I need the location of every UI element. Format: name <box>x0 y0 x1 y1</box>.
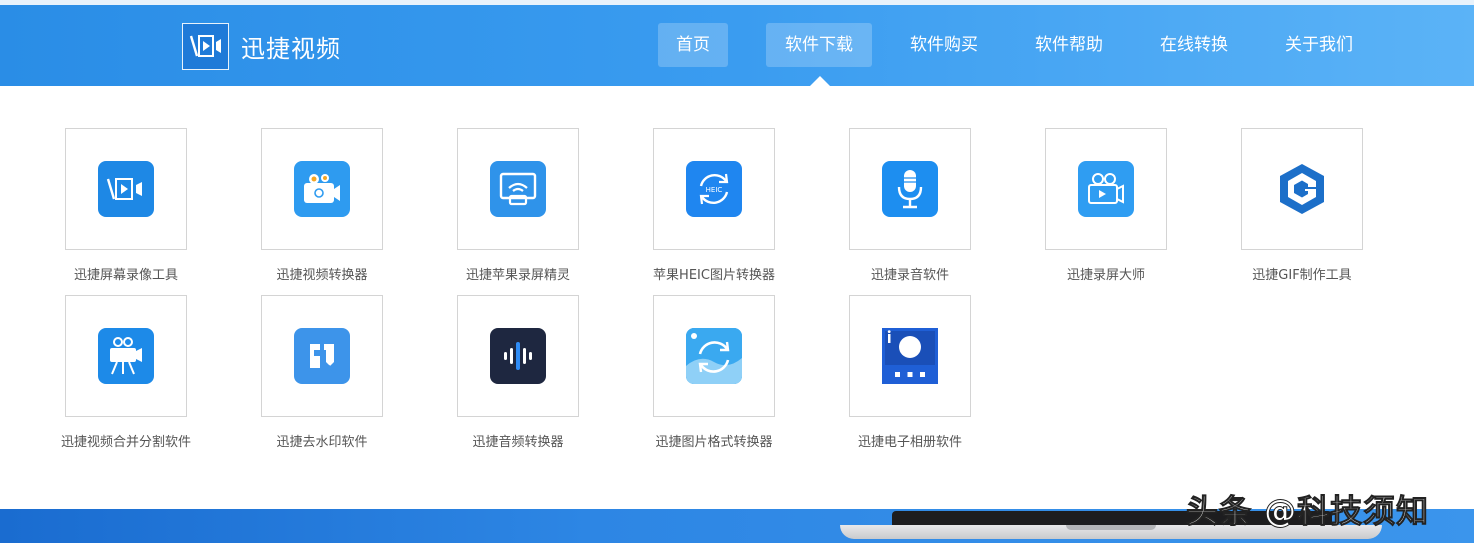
watermark-text: 头条 @科技须知 <box>1185 492 1430 531</box>
product-name[interactable]: 迅捷视频合并分割软件 <box>28 431 224 450</box>
product-name[interactable]: 迅捷图片格式转换器 <box>616 431 812 450</box>
product-name[interactable]: 迅捷苹果录屏精灵 <box>420 264 616 283</box>
product-name[interactable]: 迅捷去水印软件 <box>224 431 420 450</box>
nav-software-purchase[interactable]: 软件购买 <box>894 23 994 67</box>
screen-recorder-icon <box>98 161 154 217</box>
brand-name: 迅捷视频 <box>241 34 341 63</box>
nav-software-download[interactable]: 软件下载 <box>766 23 872 67</box>
product-name[interactable]: 迅捷屏幕录像工具 <box>28 264 224 283</box>
photo-album-icon <box>882 328 938 384</box>
top-header: 迅捷视频 首页 软件下载 软件购买 软件帮助 在线转换 关于我们 <box>0 0 1474 86</box>
product-card[interactable]: HEIC <box>653 128 775 250</box>
nav-software-help[interactable]: 软件帮助 <box>1019 23 1119 67</box>
svg-text:HEIC: HEIC <box>706 186 723 194</box>
nav-online-convert[interactable]: 在线转换 <box>1144 23 1244 67</box>
image-converter-icon <box>686 328 742 384</box>
product-card[interactable] <box>65 128 187 250</box>
product-card[interactable] <box>653 295 775 417</box>
audio-converter-icon <box>490 328 546 384</box>
camera-recorder-icon <box>1078 161 1134 217</box>
brand-logo-icon <box>182 22 229 70</box>
product-card[interactable] <box>261 128 383 250</box>
brand-logo[interactable]: 迅捷视频 <box>182 22 341 70</box>
active-nav-pointer <box>810 76 830 86</box>
product-name[interactable]: 苹果HEIC图片转换器 <box>616 264 812 283</box>
product-name[interactable]: 迅捷录屏大师 <box>1008 264 1204 283</box>
video-merge-icon <box>98 328 154 384</box>
product-card[interactable] <box>457 295 579 417</box>
product-card[interactable] <box>457 128 579 250</box>
product-card[interactable] <box>849 128 971 250</box>
gif-maker-icon <box>1274 161 1330 217</box>
heic-converter-icon: HEIC <box>686 161 742 217</box>
nav-home[interactable]: 首页 <box>658 23 728 67</box>
product-name[interactable]: 迅捷视频转换器 <box>224 264 420 283</box>
airplay-recorder-icon <box>490 161 546 217</box>
product-name[interactable]: 迅捷录音软件 <box>812 264 1008 283</box>
microphone-icon <box>882 161 938 217</box>
nav-about-us[interactable]: 关于我们 <box>1269 23 1369 67</box>
product-name[interactable]: 迅捷GIF制作工具 <box>1204 264 1400 283</box>
product-card[interactable] <box>1241 128 1363 250</box>
product-card[interactable] <box>261 295 383 417</box>
product-card[interactable] <box>849 295 971 417</box>
product-card[interactable] <box>1045 128 1167 250</box>
product-name[interactable]: 迅捷音频转换器 <box>420 431 616 450</box>
watermark-remover-icon <box>294 328 350 384</box>
product-name[interactable]: 迅捷电子相册软件 <box>812 431 1008 450</box>
laptop-notch <box>1066 525 1156 530</box>
product-card[interactable] <box>65 295 187 417</box>
video-converter-icon <box>294 161 350 217</box>
